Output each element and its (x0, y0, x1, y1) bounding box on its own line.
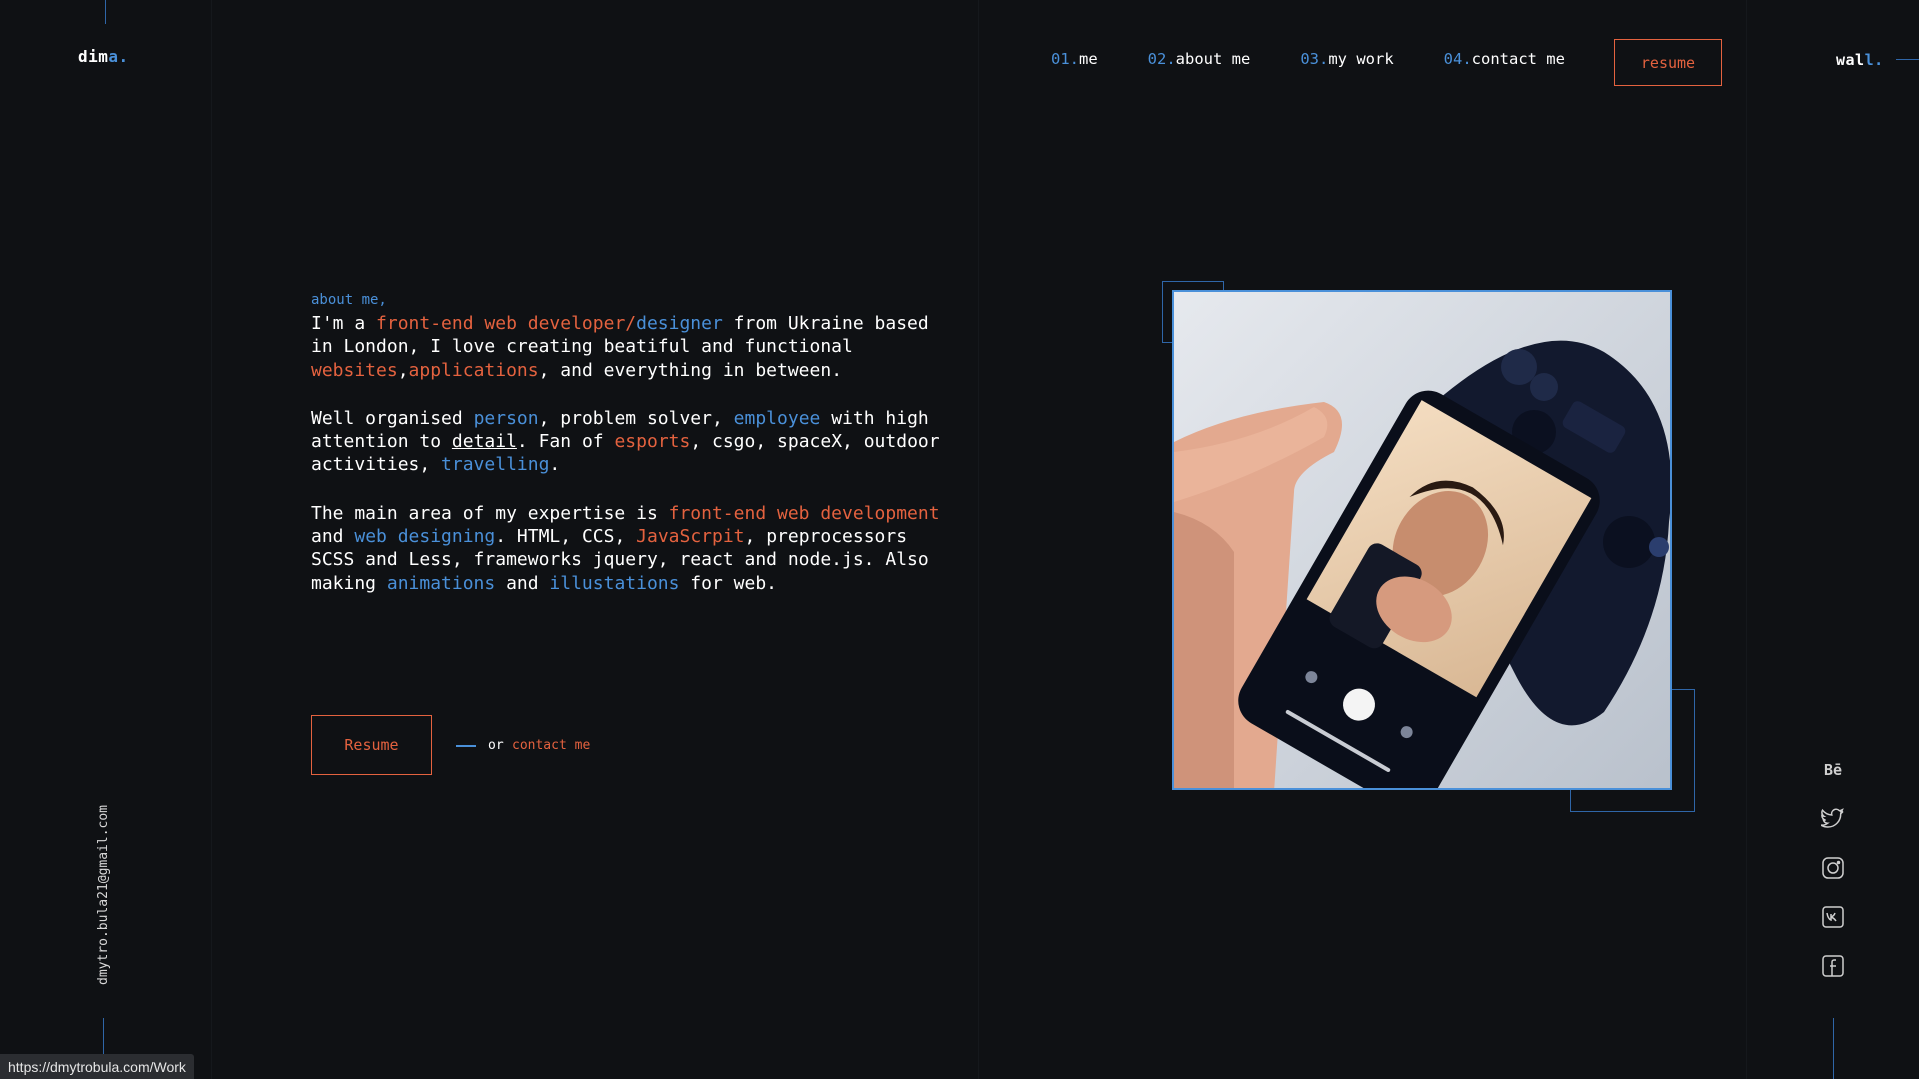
column-divider (978, 0, 979, 1079)
about-paragraph-2: Well organised person, problem solver, e… (311, 407, 961, 477)
nav-item-label: me (1079, 50, 1098, 68)
nav-resume-button[interactable]: resume (1614, 39, 1722, 86)
text: I'm a (311, 313, 377, 334)
about-paragraph-3: The main area of my expertise is front-e… (311, 502, 961, 595)
column-divider (211, 0, 212, 1079)
highlight-text: web designing (354, 526, 496, 548)
nav-item-about-me[interactable]: 02.about me (1148, 50, 1251, 68)
vk-icon-svg (1822, 906, 1844, 928)
contact-me-link[interactable]: contact me (512, 738, 590, 753)
highlight-text: illustations (549, 572, 680, 594)
page: dima. wall. 01.me 02.about me 03.my work… (0, 0, 1919, 1079)
text: . (549, 454, 561, 476)
text: Well organised (311, 407, 474, 429)
nav-item-number: 02. (1147, 50, 1176, 68)
about-label: about me, (311, 292, 387, 308)
highlight-text: esports (614, 431, 691, 453)
social-links: Bē (1818, 755, 1848, 1000)
twitter-icon[interactable] (1818, 804, 1848, 834)
main-nav: 01.me 02.about me 03.my work 04.contact … (1051, 50, 1615, 68)
nav-item-me[interactable]: 01.me (1051, 50, 1098, 68)
browser-status-url: https://dmytrobula.com/Work (0, 1054, 194, 1079)
highlight-text: front-end web development (668, 502, 940, 524)
text: . Fan of (516, 431, 615, 453)
underlined-text: detail (451, 431, 517, 453)
logo-accent-letter: a (108, 47, 119, 66)
accent-line-top (105, 0, 106, 24)
cta-dash (456, 745, 476, 747)
profile-photo-illustration (1174, 292, 1670, 788)
highlight-text: designer (636, 313, 723, 334)
nav-item-number: 01. (1051, 50, 1079, 68)
nav-item-number: 04. (1443, 50, 1472, 68)
nav-item-my-work[interactable]: 03.my work (1300, 50, 1393, 68)
text: The main area of my expertise is (311, 502, 669, 524)
behance-glyph: Bē (1823, 761, 1843, 779)
facebook-icon-svg (1822, 955, 1844, 977)
text: and (495, 572, 550, 594)
facebook-icon[interactable] (1818, 951, 1848, 981)
text: for web. (679, 572, 778, 594)
text: and (311, 526, 355, 548)
text: , (397, 359, 409, 381)
text: , problem solver, (538, 407, 734, 429)
highlight-text: JavaScrpit (636, 526, 745, 548)
about-section: about me, I'm a front-end web developer/… (311, 292, 961, 620)
accent-line-wall (1896, 59, 1919, 60)
resume-button[interactable]: Resume (311, 715, 432, 775)
wall-logo-dot: . (1874, 51, 1884, 69)
logo-dot: . (118, 47, 129, 66)
nav-item-number: 03. (1300, 50, 1329, 68)
wall-logo-accent-letter: l (1864, 51, 1875, 69)
about-paragraph-1: I'm a front-end web developer/designer f… (311, 312, 961, 382)
text: . HTML, CCS, (495, 526, 637, 548)
column-divider (1746, 0, 1747, 1079)
highlight-text: travelling (441, 454, 550, 476)
text: , and everything in between. (538, 359, 843, 381)
highlight-text: animations (386, 572, 496, 594)
email-link[interactable]: dmytro.bula21@gmail.com (96, 805, 111, 985)
cta-or-text: or (488, 738, 504, 753)
highlight-text: websites (311, 359, 398, 381)
highlight-text: applications (408, 359, 539, 381)
wall-logo-name: wal (1836, 51, 1865, 69)
twitter-icon-svg (1821, 808, 1844, 828)
vk-icon[interactable] (1818, 902, 1848, 932)
instagram-icon-svg (1822, 857, 1844, 879)
logo-name: dim (78, 47, 109, 66)
behance-icon[interactable]: Bē (1818, 755, 1848, 785)
profile-photo (1172, 290, 1672, 790)
instagram-icon[interactable] (1818, 853, 1848, 883)
nav-item-label: my work (1328, 50, 1394, 68)
logo[interactable]: dima. (78, 47, 129, 66)
highlight-text: employee (733, 407, 821, 429)
nav-item-contact-me[interactable]: 04.contact me (1444, 50, 1565, 68)
highlight-text: front-end web developer/ (376, 313, 637, 334)
nav-item-label: about me (1175, 50, 1251, 68)
wall-logo[interactable]: wall. (1836, 51, 1884, 69)
nav-item-label: contact me (1471, 50, 1565, 68)
accent-line-bottom-right (1833, 1018, 1834, 1079)
highlight-text: person (473, 407, 539, 429)
